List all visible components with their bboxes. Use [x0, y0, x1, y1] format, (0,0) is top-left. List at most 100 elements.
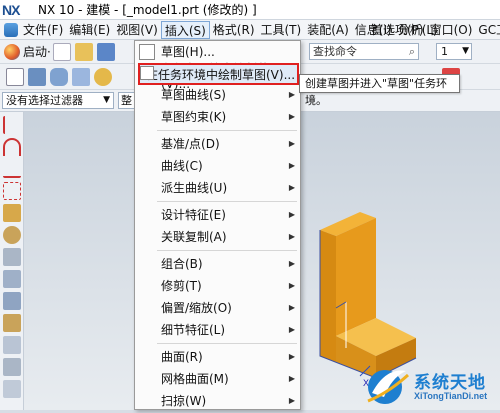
menu-item-label: 设计特征(E)	[161, 208, 226, 222]
line-icon[interactable]	[3, 116, 21, 134]
watermark-logo: 系统天地 XiTongTianDi.net	[362, 362, 500, 410]
title-bar: NX NX 10 - 建模 - [_model1.prt (修改的) ]	[0, 0, 500, 20]
menu-window[interactable]: 窗口(O)	[427, 21, 476, 39]
menu-gc-tools[interactable]: GC工具	[475, 21, 500, 39]
submenu-arrow-icon: ▶	[288, 112, 295, 121]
file-menu-icon[interactable]	[4, 22, 18, 37]
surface-icon[interactable]	[3, 358, 21, 376]
nx-logo: NX	[2, 1, 20, 18]
submenu-arrow-icon: ▶	[288, 352, 295, 361]
number-select[interactable]: 1 ▼	[436, 43, 472, 60]
start-label: 启动·	[23, 45, 51, 59]
command-search-placeholder: 查找命令	[313, 45, 357, 58]
menu-item-label: 细节特征(L)	[161, 323, 226, 337]
menu-item-label: 关联复制(A)	[161, 230, 227, 244]
menu-separator	[157, 343, 297, 344]
left-tool-bar	[0, 112, 24, 410]
spline-icon[interactable]	[3, 160, 21, 178]
watermark-icon	[367, 370, 410, 404]
menu-item-offset-scale[interactable]: 偏置/缩放(O) ▶	[135, 297, 300, 318]
menu-item-detail-feature[interactable]: 细节特征(L) ▶	[135, 319, 300, 340]
selection-filter-value: 没有选择过滤器	[6, 94, 83, 107]
selection-filter-select[interactable]: 没有选择过滤器 ▼	[2, 92, 114, 109]
menu-item-derived-curve[interactable]: 派生曲线(U) ▶	[135, 177, 300, 198]
submenu-arrow-icon: ▶	[288, 232, 295, 241]
arc-icon[interactable]	[3, 138, 21, 156]
menu-item-mesh-surface[interactable]: 网格曲面(M) ▶	[135, 368, 300, 389]
window-title: NX 10 - 建模 - [_model1.prt (修改的) ]	[38, 3, 257, 17]
part-side-face	[320, 230, 336, 362]
menu-item-sweep[interactable]: 扫掠(W) ▶	[135, 390, 300, 411]
menu-item-design-feature[interactable]: 设计特征(E) ▶	[135, 204, 300, 225]
start-icon	[4, 43, 20, 60]
part-front-face	[336, 218, 376, 336]
menu-item-label: 草图曲线(S)	[161, 88, 226, 102]
cylinder-icon[interactable]	[50, 68, 68, 86]
insert-menu-dropdown: 草图(H)... 在任务环境中绘制草图(V)... 草图曲线(S) ▶ 草图约束…	[134, 40, 301, 410]
assembly-scope-value: 整	[121, 94, 132, 107]
boolean-icon[interactable]	[3, 270, 21, 288]
menu-item-combine[interactable]: 组合(B) ▶	[135, 253, 300, 274]
menu-file[interactable]: 文件(F)	[20, 21, 66, 39]
watermark-url: XiTongTianDi.net	[414, 391, 488, 401]
search-icon[interactable]: ⌕	[409, 44, 415, 59]
hole-icon[interactable]	[3, 248, 21, 266]
chevron-down-icon: ▼	[462, 46, 469, 56]
menu-view[interactable]: 视图(V)	[113, 21, 161, 39]
sketch-icon[interactable]	[6, 68, 24, 86]
submenu-arrow-icon: ▶	[288, 259, 295, 268]
number-select-value: 1	[441, 45, 448, 58]
menu-item-associative-copy[interactable]: 关联复制(A) ▶	[135, 226, 300, 247]
new-file-icon[interactable]	[52, 42, 71, 61]
submenu-arrow-icon: ▶	[288, 281, 295, 290]
menu-item-sketch[interactable]: 草图(H)...	[135, 41, 300, 62]
menu-item-label: 扫掠(W)	[161, 394, 207, 408]
submenu-arrow-icon: ▶	[288, 374, 295, 383]
menu-item-trim[interactable]: 修剪(T) ▶	[135, 275, 300, 296]
submenu-arrow-icon: ▶	[288, 161, 295, 170]
sketch-task-icon	[140, 66, 154, 80]
submenu-arrow-icon: ▶	[288, 139, 295, 148]
menu-item-label: 草图(H)...	[161, 45, 215, 59]
cone-icon[interactable]	[72, 68, 90, 86]
menu-format[interactable]: 格式(R)	[210, 21, 258, 39]
save-icon[interactable]	[96, 42, 115, 61]
menu-separator	[157, 201, 297, 202]
submenu-arrow-icon: ▶	[288, 396, 295, 405]
menu-assembly[interactable]: 装配(A)	[304, 21, 352, 39]
sweep-icon[interactable]	[3, 380, 21, 398]
watermark-title: 系统天地	[414, 373, 486, 393]
extrude-icon[interactable]	[3, 204, 21, 222]
menu-edit[interactable]: 编辑(E)	[66, 21, 113, 39]
menu-item-label: 草图约束(K)	[161, 110, 227, 124]
menu-bar: 文件(F) 编辑(E) 视图(V) 插入(S) 格式(R) 工具(T) 装配(A…	[0, 20, 500, 40]
submenu-arrow-icon: ▶	[288, 210, 295, 219]
menu-item-label: 曲面(R)	[161, 350, 203, 364]
chain-icon[interactable]	[3, 182, 21, 200]
menu-item-curve[interactable]: 曲线(C) ▶	[135, 155, 300, 176]
menu-item-surface[interactable]: 曲面(R) ▶	[135, 346, 300, 367]
hovered-item-label[interactable]: 在任务环境中绘制草图(V)...	[146, 66, 295, 83]
submenu-arrow-icon: ▶	[288, 303, 295, 312]
command-search-input[interactable]: 查找命令 ⌕	[309, 43, 419, 60]
menu-item-label: 组合(B)	[161, 257, 203, 271]
tooltip: 创建草图并进入"草图"任务环境。	[299, 74, 460, 107]
menu-item-sketch-curves[interactable]: 草图曲线(S) ▶	[135, 84, 300, 105]
submenu-arrow-icon: ▶	[288, 183, 295, 192]
sketch-icon	[139, 43, 155, 60]
menu-insert[interactable]: 插入(S)	[160, 20, 210, 39]
menu-item-label: 偏置/缩放(O)	[161, 301, 232, 315]
offset-icon[interactable]	[3, 314, 21, 332]
revolve-icon[interactable]	[3, 226, 21, 244]
sphere-icon[interactable]	[94, 68, 112, 86]
menu-tools[interactable]: 工具(T)	[258, 21, 305, 39]
menu-item-sketch-constraints[interactable]: 草图约束(K) ▶	[135, 106, 300, 127]
open-folder-icon[interactable]	[74, 42, 93, 61]
menu-item-datum-point[interactable]: 基准/点(D) ▶	[135, 133, 300, 154]
trim-icon[interactable]	[3, 292, 21, 310]
start-button[interactable]: 启动·	[4, 43, 51, 60]
menu-preferences[interactable]: 首选项(P)	[368, 21, 427, 39]
block-icon[interactable]	[28, 68, 46, 86]
menu-item-label: 基准/点(D)	[161, 137, 220, 151]
blend-icon[interactable]	[3, 336, 21, 354]
